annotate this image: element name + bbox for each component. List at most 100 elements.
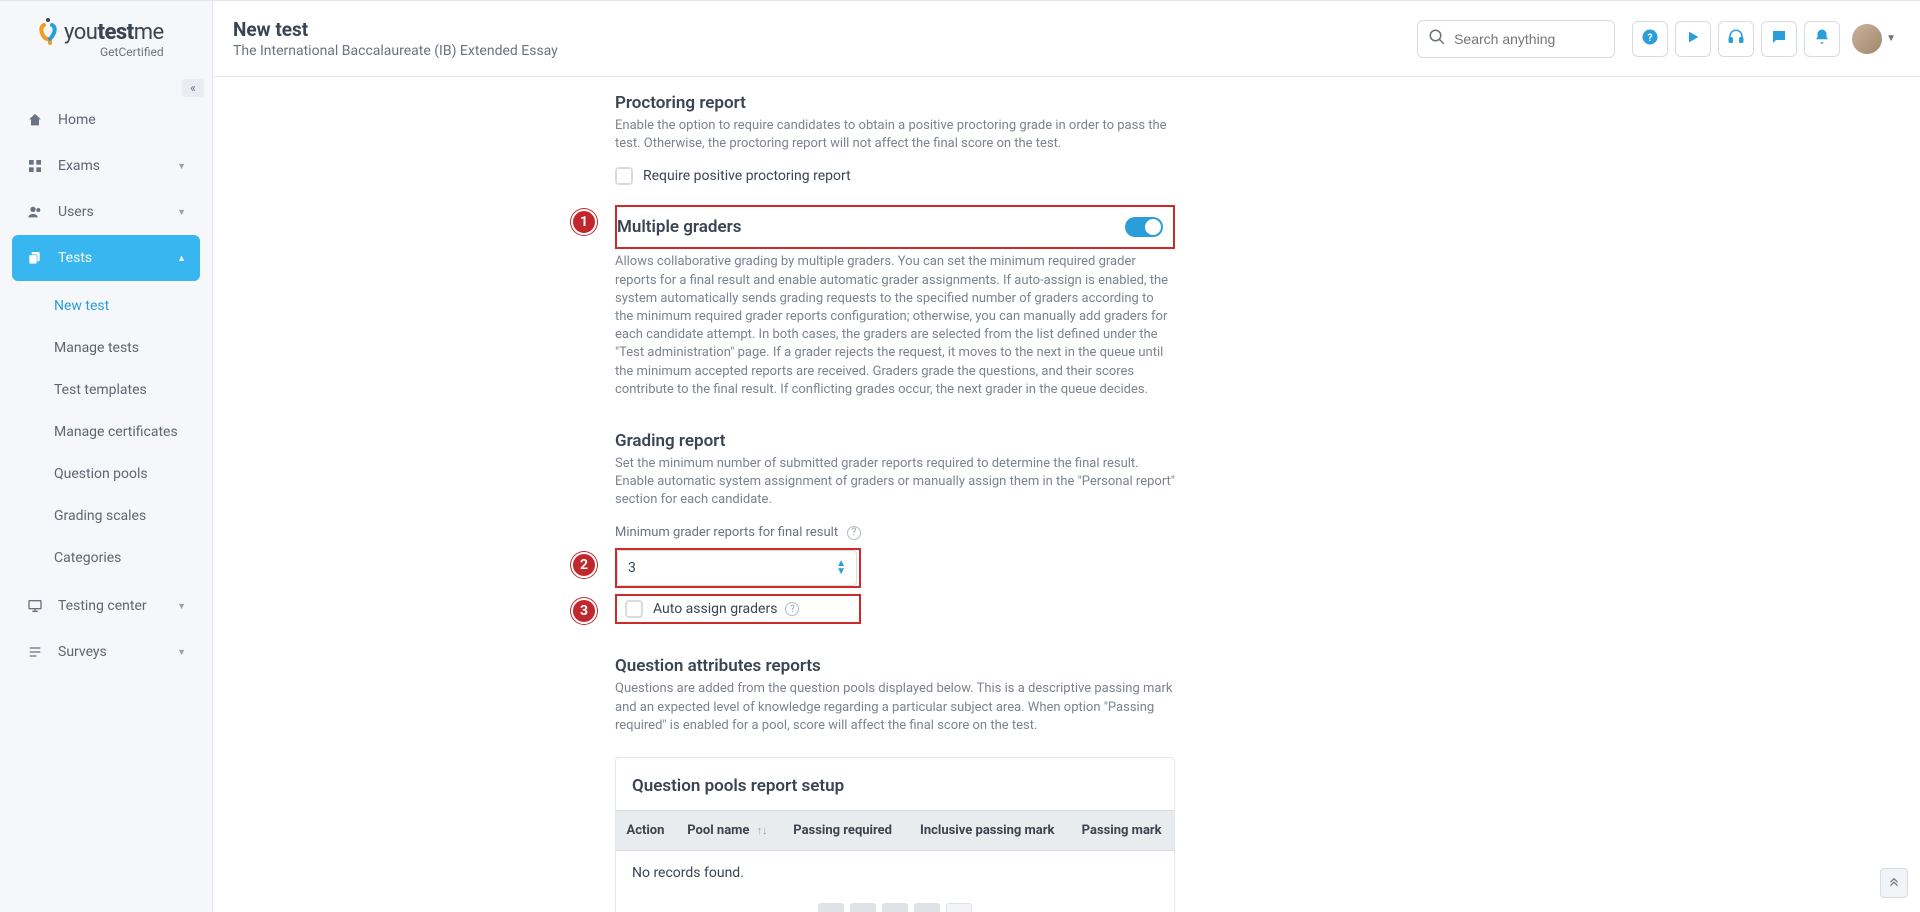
checkbox-label: Require positive proctoring report <box>643 168 851 184</box>
chevron-up-icon: ▲ <box>177 253 186 264</box>
subnav-new-test[interactable]: New test <box>40 285 200 327</box>
home-icon <box>26 112 44 128</box>
chat-icon <box>1770 28 1788 50</box>
headset-icon <box>1727 28 1745 50</box>
sidebar-item-label: Surveys <box>58 644 107 660</box>
list-icon <box>26 644 44 660</box>
proctoring-section-desc: Enable the option to require candidates … <box>615 117 1175 153</box>
sidebar-item-home[interactable]: Home <box>12 97 200 143</box>
chat-button[interactable] <box>1761 21 1797 57</box>
subnav-manage-certificates[interactable]: Manage certificates <box>40 411 200 453</box>
sidebar-item-label: Exams <box>58 158 100 174</box>
subnav-categories[interactable]: Categories <box>40 537 200 579</box>
page-title: New test <box>233 18 558 41</box>
grid-icon <box>26 158 44 174</box>
play-icon <box>1685 29 1701 49</box>
pools-table: Action Pool name ↑↓ Passing required Inc… <box>616 810 1174 895</box>
require-positive-proctoring-row[interactable]: Require positive proctoring report <box>615 167 1175 185</box>
pager-first[interactable] <box>818 903 844 912</box>
users-icon <box>26 204 44 220</box>
notifications-button[interactable] <box>1804 21 1840 57</box>
headset-button[interactable] <box>1718 21 1754 57</box>
col-pool-name[interactable]: Pool name ↑↓ <box>675 811 780 851</box>
search-icon <box>1428 28 1446 50</box>
pools-report-heading: Question pools report setup <box>616 758 1174 810</box>
sidebar-item-exams[interactable]: Exams ▼ <box>12 143 200 189</box>
user-avatar[interactable] <box>1852 24 1882 54</box>
pager-last[interactable] <box>914 903 940 912</box>
subnav-test-templates[interactable]: Test templates <box>40 369 200 411</box>
grading-report-title: Grading report <box>615 431 1175 451</box>
col-passing-required[interactable]: Passing required <box>780 811 905 851</box>
chevron-down-icon: ▼ <box>177 647 186 658</box>
global-search[interactable] <box>1417 20 1615 58</box>
sidebar-item-label: Users <box>58 204 94 220</box>
sidebar-item-users[interactable]: Users ▼ <box>12 189 200 235</box>
help-icon[interactable]: ? <box>847 526 861 540</box>
multiple-graders-toggle[interactable] <box>1125 217 1163 237</box>
collapse-sidebar-button[interactable]: « <box>182 79 204 97</box>
tests-submenu: New test Manage tests Test templates Man… <box>12 281 200 583</box>
page-subtitle: The International Baccalaureate (IB) Ext… <box>233 43 558 59</box>
sort-icon[interactable]: ↑↓ <box>757 824 768 837</box>
help-button[interactable]: ? <box>1632 21 1668 57</box>
form-content: Proctoring report Enable the option to r… <box>615 77 1175 912</box>
logo[interactable]: youtestme GetCertified <box>0 1 212 67</box>
sidebar-item-tests[interactable]: Tests ▲ <box>12 235 200 281</box>
multiple-graders-title: Multiple graders <box>617 217 741 237</box>
sidebar: youtestme GetCertified « Home Exams ▼ <box>0 1 213 912</box>
question-attributes-title: Question attributes reports <box>615 656 1175 676</box>
table-empty-row: No records found. <box>616 851 1174 896</box>
chevron-left-icon: « <box>190 81 196 95</box>
question-pools-report-box: Question pools report setup Action Pool … <box>615 757 1175 912</box>
question-attributes-desc: Questions are added from the question po… <box>615 680 1175 735</box>
subnav-grading-scales[interactable]: Grading scales <box>40 495 200 537</box>
help-icon: ? <box>1641 28 1659 50</box>
auto-assign-graders-row[interactable]: Auto assign graders ? <box>625 600 851 618</box>
chevron-down-icon: ▼ <box>177 601 186 612</box>
topbar: New test The International Baccalaureate… <box>213 1 1920 77</box>
main-nav: Home Exams ▼ Users ▼ Tests <box>0 97 212 675</box>
annotation-badge-3: 3 <box>571 598 597 624</box>
logo-text: youtestme <box>64 20 164 45</box>
annotation-badge-1: 1 <box>571 209 597 235</box>
bell-icon <box>1813 28 1831 50</box>
subnav-question-pools[interactable]: Question pools <box>40 453 200 495</box>
play-button[interactable] <box>1675 21 1711 57</box>
pager-page-size[interactable] <box>946 903 972 912</box>
sidebar-item-label: Testing center <box>58 598 147 614</box>
double-chevron-up-icon <box>1887 874 1901 892</box>
min-grader-reports-label: Minimum grader reports for final result <box>615 525 838 540</box>
col-passing-mark[interactable]: Passing mark <box>1069 811 1174 851</box>
sidebar-item-testing-center[interactable]: Testing center ▼ <box>12 583 200 629</box>
svg-text:?: ? <box>1647 30 1652 43</box>
subnav-manage-tests[interactable]: Manage tests <box>40 327 200 369</box>
auto-assign-graders-checkbox[interactable] <box>625 600 643 618</box>
pagination <box>616 895 1174 912</box>
copy-icon <box>26 250 44 266</box>
chevron-down-icon: ▼ <box>177 207 186 218</box>
empty-message: No records found. <box>616 851 1174 896</box>
stepper-down-icon[interactable]: ▼ <box>836 569 846 575</box>
require-positive-proctoring-checkbox[interactable] <box>615 167 633 185</box>
chevron-down-icon: ▼ <box>177 161 186 172</box>
logo-mark-icon <box>38 17 58 47</box>
chevron-down-icon[interactable]: ▼ <box>1886 33 1896 44</box>
col-inclusive-passing-mark[interactable]: Inclusive passing mark <box>905 811 1069 851</box>
sidebar-item-label: Tests <box>58 250 92 266</box>
search-input[interactable] <box>1454 31 1635 47</box>
min-grader-reports-input[interactable]: 3 ▲ ▼ <box>617 550 857 586</box>
monitor-icon <box>26 598 44 614</box>
proctoring-section-title: Proctoring report <box>615 93 1175 113</box>
scroll-to-top-button[interactable] <box>1880 868 1908 898</box>
multiple-graders-desc: Allows collaborative grading by multiple… <box>615 253 1175 399</box>
min-grader-reports-value: 3 <box>628 560 636 576</box>
grading-report-desc: Set the minimum number of submitted grad… <box>615 455 1175 510</box>
sidebar-item-label: Home <box>58 112 96 128</box>
pager-next[interactable] <box>882 903 908 912</box>
col-action[interactable]: Action <box>616 811 675 851</box>
help-icon[interactable]: ? <box>785 602 799 616</box>
checkbox-label: Auto assign graders <box>653 601 777 617</box>
sidebar-item-surveys[interactable]: Surveys ▼ <box>12 629 200 675</box>
pager-prev[interactable] <box>850 903 876 912</box>
